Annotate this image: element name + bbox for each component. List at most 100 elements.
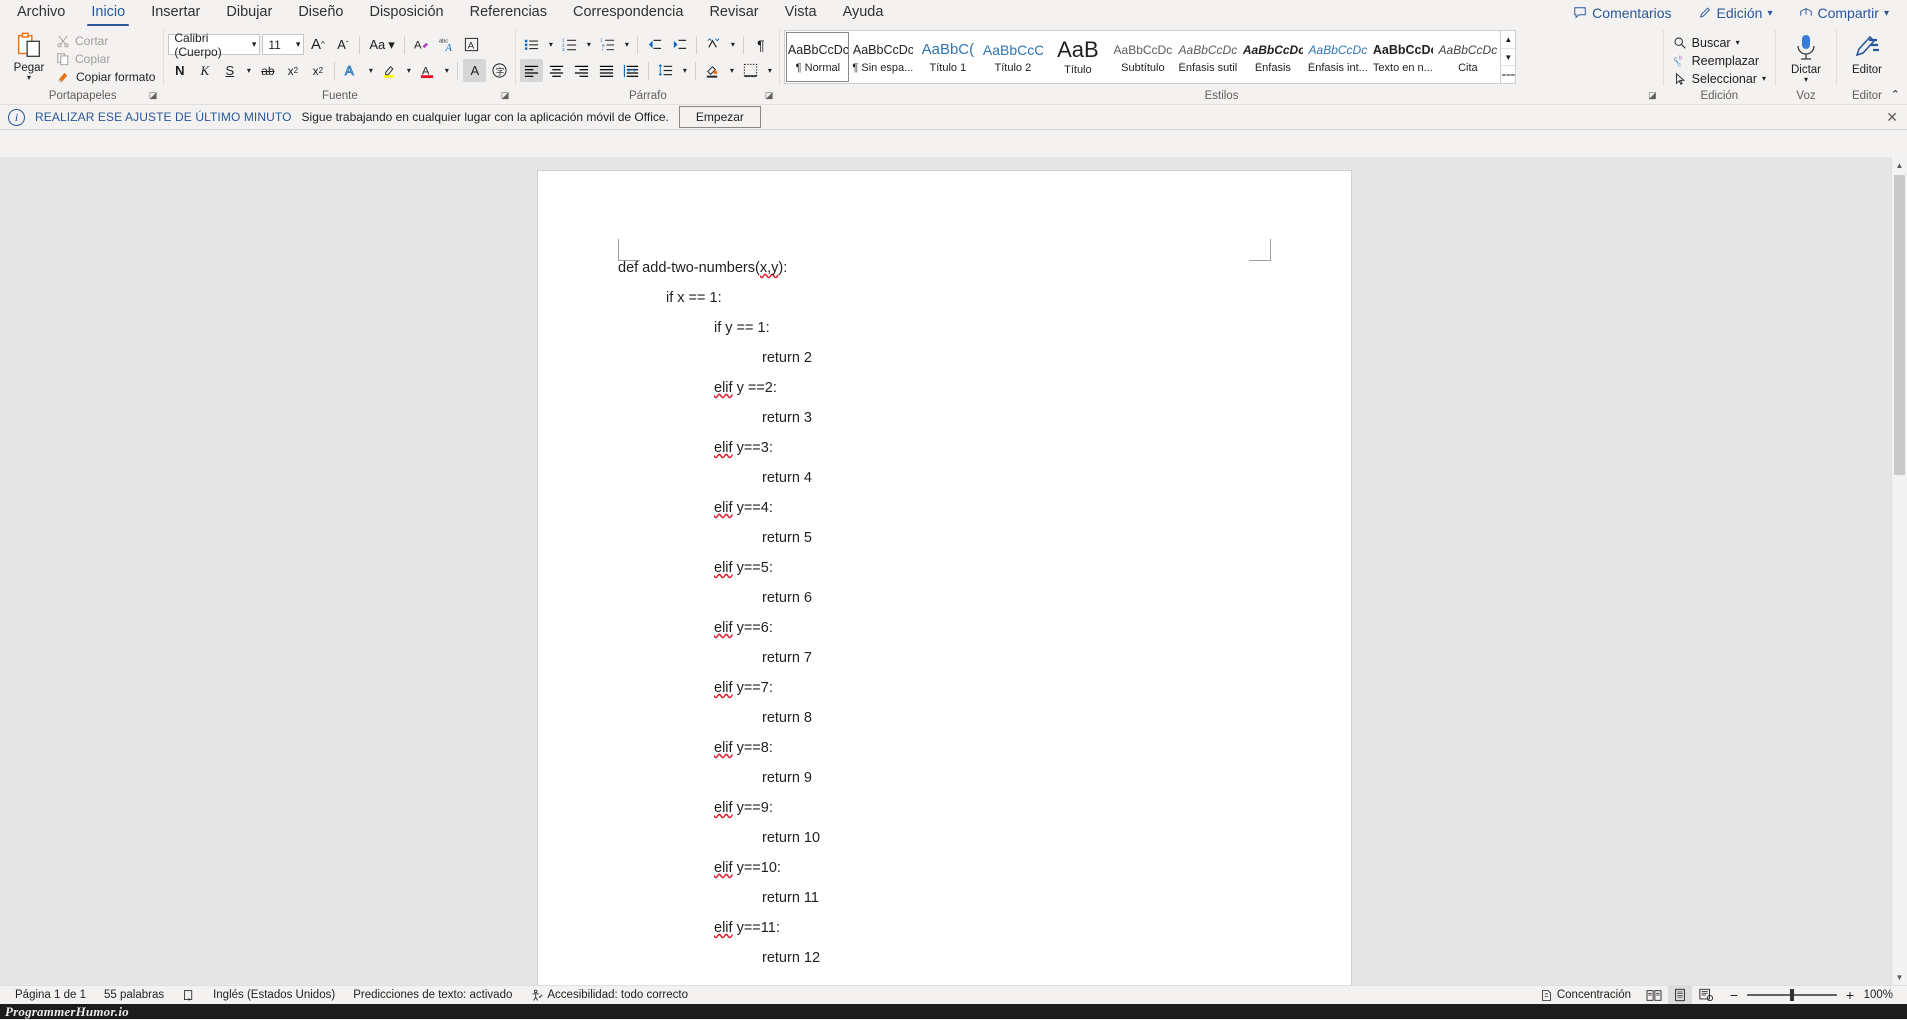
italic-icon[interactable]: K <box>193 59 216 82</box>
line-spacing-icon[interactable] <box>654 59 677 82</box>
print-layout-icon[interactable] <box>1668 985 1692 1005</box>
misspelled-word[interactable]: elif <box>714 740 733 756</box>
document-line[interactable]: return 8 <box>618 703 1281 733</box>
style-subtitulo[interactable]: AaBbCcDc Subtítulo <box>1111 32 1174 82</box>
subscript-icon[interactable]: x2 <box>281 59 304 82</box>
document-line[interactable]: return 10 <box>618 823 1281 853</box>
sort-icon[interactable] <box>702 33 725 56</box>
document-line[interactable]: if x == 1: <box>618 283 1281 313</box>
document-canvas[interactable]: def add-two-numbers(x,y): if x == 1: if y … <box>0 157 1907 985</box>
highlight-dropdown-icon[interactable]: ▾ <box>403 66 414 75</box>
paragraph-dialog-launcher[interactable]: ◪ <box>765 88 774 103</box>
borders-dropdown-icon[interactable]: ▾ <box>764 66 775 75</box>
scrollbar-thumb[interactable] <box>1894 175 1905 475</box>
document-line[interactable]: def add-two-numbers(x,y): <box>618 253 1281 283</box>
shading-icon[interactable] <box>701 59 724 82</box>
bullets-dropdown-icon[interactable]: ▾ <box>545 40 556 49</box>
misspelled-word[interactable]: elif <box>714 380 733 396</box>
accessibility-indicator[interactable]: Accesibilidad: todo correcto <box>521 989 697 1002</box>
document-line[interactable]: elif y==5: <box>618 553 1281 583</box>
scroll-up-icon[interactable]: ▲ <box>1892 157 1907 173</box>
misspelled-word[interactable]: elif <box>714 920 733 936</box>
document-line[interactable]: return 2 <box>618 343 1281 373</box>
styles-scroll-up-icon[interactable]: ▲ <box>1501 31 1516 49</box>
grow-font-icon[interactable]: A ^ <box>306 33 329 56</box>
focus-mode-button[interactable]: Concentración <box>1531 989 1640 1002</box>
styles-dialog-launcher[interactable]: ◪ <box>1648 88 1657 103</box>
find-button[interactable]: Buscar ▾ <box>1668 34 1771 51</box>
clipboard-dialog-launcher[interactable]: ◪ <box>149 88 158 103</box>
underline-dropdown-icon[interactable]: ▾ <box>243 66 254 75</box>
document-line[interactable]: return 5 <box>618 523 1281 553</box>
editing-mode-button[interactable]: Edición ▾ <box>1688 1 1783 25</box>
document-line[interactable]: return 9 <box>618 763 1281 793</box>
style-enfasis[interactable]: AaBbCcDc Énfasis <box>1241 32 1304 82</box>
borders-icon[interactable] <box>739 59 762 82</box>
info-bar-start-button[interactable]: Empezar <box>678 106 761 128</box>
text-predictions-indicator[interactable]: Predicciones de texto: activado <box>344 989 521 1001</box>
tab-vista[interactable]: Vista <box>772 1 830 25</box>
line-spacing-dropdown-icon[interactable]: ▾ <box>679 66 690 75</box>
text-effects-icon[interactable]: A <box>340 59 363 82</box>
styles-scroll-down-icon[interactable]: ▼ <box>1501 49 1516 67</box>
align-center-icon[interactable] <box>545 59 568 82</box>
text-effects-dropdown-icon[interactable]: ▾ <box>365 66 376 75</box>
clear-formatting-icon[interactable]: A <box>410 33 433 56</box>
document-line[interactable]: elif y==10: <box>618 853 1281 883</box>
align-left-icon[interactable] <box>520 59 544 82</box>
document-line[interactable]: elif y==8: <box>618 733 1281 763</box>
tab-archivo[interactable]: Archivo <box>4 1 78 25</box>
misspelled-word[interactable]: elif <box>714 800 733 816</box>
proofing-status[interactable]: x <box>173 989 204 1002</box>
underline-icon[interactable]: S <box>218 59 241 82</box>
bold-icon[interactable]: N <box>168 59 191 82</box>
select-button[interactable]: Seleccionar ▾ <box>1668 70 1771 87</box>
bullets-icon[interactable] <box>520 33 543 56</box>
font-size-combo[interactable]: 11 ▾ <box>262 34 305 55</box>
document-line[interactable]: elif y==11: <box>618 913 1281 943</box>
tab-referencias[interactable]: Referencias <box>457 1 560 25</box>
word-count[interactable]: 55 palabras <box>95 989 173 1001</box>
web-layout-icon[interactable] <box>1694 986 1718 1005</box>
share-button[interactable]: Compartir ▾ <box>1789 1 1900 25</box>
cut-button[interactable]: Cortar <box>52 32 159 49</box>
style-titulo-1[interactable]: AaBbC( Título 1 <box>916 32 979 82</box>
document-line[interactable]: return 3 <box>618 403 1281 433</box>
sort-dropdown-icon[interactable]: ▾ <box>727 40 738 49</box>
zoom-level[interactable]: 100% <box>1863 989 1893 1001</box>
language-indicator[interactable]: Inglés (Estados Unidos) <box>204 989 344 1001</box>
show-formatting-marks-icon[interactable]: ¶ <box>749 33 772 56</box>
style-sin-espaciado[interactable]: AaBbCcDc ¶ Sin espa... <box>851 32 914 82</box>
tab-ayuda[interactable]: Ayuda <box>830 1 897 25</box>
tab-disposicion[interactable]: Disposición <box>356 1 456 25</box>
tab-inicio[interactable]: Inicio <box>78 1 138 27</box>
style-enfasis-sutil[interactable]: AaBbCcDc Énfasis sutil <box>1176 32 1239 82</box>
decrease-indent-icon[interactable] <box>643 33 666 56</box>
copy-button[interactable]: Copiar <box>52 50 159 67</box>
collapse-ribbon-icon[interactable]: ⌃ <box>1891 88 1900 101</box>
style-enfasis-intenso[interactable]: AaBbCcDc Énfasis int... <box>1306 32 1369 82</box>
numbering-dropdown-icon[interactable]: ▾ <box>583 40 594 49</box>
tab-dibujar[interactable]: Dibujar <box>213 1 285 25</box>
document-line[interactable]: elif y==3: <box>618 433 1281 463</box>
font-color-dropdown-icon[interactable]: ▾ <box>441 66 452 75</box>
justify-icon[interactable] <box>595 59 618 82</box>
misspelled-word[interactable]: elif <box>714 440 733 456</box>
tab-insertar[interactable]: Insertar <box>138 1 213 25</box>
font-color-icon[interactable]: A <box>416 59 439 82</box>
text-highlight-color-icon[interactable] <box>378 59 401 82</box>
document-line[interactable]: if y == 1: <box>618 313 1281 343</box>
shrink-font-icon[interactable]: Aˇ <box>331 33 354 56</box>
character-shading-icon[interactable]: A <box>463 59 487 82</box>
style-titulo-2[interactable]: AaBbCcC Título 2 <box>981 32 1044 82</box>
read-mode-icon[interactable] <box>1642 986 1666 1005</box>
document-line[interactable]: return 6 <box>618 583 1281 613</box>
align-right-icon[interactable] <box>570 59 593 82</box>
character-border-icon[interactable]: A <box>460 33 483 56</box>
paste-button[interactable]: Pegar ▾ <box>6 29 52 86</box>
misspelled-word[interactable]: elif <box>714 860 733 876</box>
format-painter-button[interactable]: Copiar formato <box>52 68 159 86</box>
style-texto-en-negrita[interactable]: AaBbCcDc Texto en n... <box>1371 32 1434 82</box>
multilevel-dropdown-icon[interactable]: ▾ <box>621 40 632 49</box>
misspelled-word[interactable]: elif <box>714 680 733 696</box>
